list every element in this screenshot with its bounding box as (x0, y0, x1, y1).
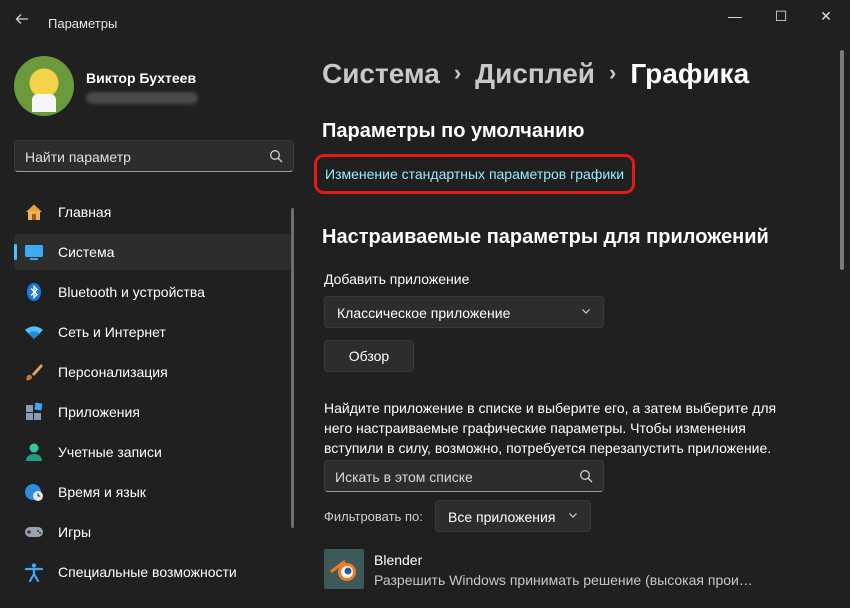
filter-dropdown[interactable]: Все приложения (435, 500, 591, 532)
sidebar-item-label: Bluetooth и устройства (58, 284, 205, 300)
maximize-button[interactable]: ☐ (758, 4, 804, 28)
sidebar-item-system[interactable]: Система (14, 234, 292, 270)
sidebar-item-label: Специальные возможности (58, 564, 237, 580)
breadcrumb-item-display[interactable]: Дисплей (475, 58, 595, 90)
section-title-defaults: Параметры по умолчанию (322, 120, 585, 142)
filter-value: Все приложения (448, 509, 556, 525)
minimize-button[interactable]: — (712, 4, 758, 28)
search-icon[interactable] (269, 149, 283, 163)
main-scrollbar[interactable] (840, 50, 844, 270)
app-icon-container (324, 549, 364, 589)
close-button[interactable]: ✕ (803, 4, 849, 28)
user-email-blurred (86, 92, 198, 104)
sidebar-item-label: Игры (58, 524, 92, 540)
minimize-icon: — (728, 8, 742, 24)
add-app-label: Добавить приложение (324, 271, 470, 287)
accessibility-icon (24, 563, 44, 582)
sidebar-item-label: Сеть и Интернет (58, 324, 166, 340)
breadcrumb-item-system[interactable]: Система (322, 58, 440, 90)
brush-icon (26, 364, 43, 381)
breadcrumb-separator: › (609, 60, 617, 85)
sidebar-item-accounts[interactable]: Учетные записи (14, 434, 292, 470)
system-icon (25, 245, 43, 260)
maximize-icon: ☐ (774, 8, 788, 24)
sidebar-item-home[interactable]: Главная (14, 194, 292, 230)
account-icon (26, 443, 42, 461)
bluetooth-icon (27, 283, 41, 301)
sidebar-nav: Главная Система Bluetooth и устройства С… (14, 194, 292, 594)
window-title: Параметры (48, 16, 118, 31)
app-type-value: Классическое приложение (337, 305, 511, 321)
section-title-custom: Настраиваемые параметры для приложений (322, 226, 769, 248)
sidebar-item-apps[interactable]: Приложения (14, 394, 292, 430)
user-name: Виктор Бухтеев (86, 70, 197, 86)
close-icon: ✕ (820, 8, 832, 24)
home-icon (26, 204, 42, 220)
globe-clock-icon (25, 484, 43, 501)
app-name: Blender (374, 552, 423, 568)
blender-icon (330, 560, 356, 581)
sidebar-item-label: Приложения (58, 404, 140, 420)
sidebar-scrollbar[interactable] (291, 208, 294, 528)
sidebar-item-gaming[interactable]: Игры (14, 514, 292, 550)
change-default-graphics-link[interactable]: Изменение стандартных параметров графики (325, 166, 624, 182)
app-list-search[interactable] (324, 460, 604, 492)
sidebar-item-label: Главная (58, 204, 112, 220)
sidebar-item-time-language[interactable]: Время и язык (14, 474, 292, 510)
instructions-text: Найдите приложение в списке и выберите е… (324, 400, 777, 456)
sidebar-item-label: Время и язык (58, 484, 146, 500)
wifi-icon (25, 326, 43, 339)
search-input[interactable] (25, 147, 265, 167)
settings-search[interactable] (14, 140, 294, 172)
chevron-down-icon (569, 513, 577, 518)
title-bar: Параметры — ☐ ✕ (0, 0, 850, 44)
apps-icon (26, 402, 43, 420)
page-title: Графика (630, 58, 750, 89)
sidebar-item-personalization[interactable]: Персонализация (14, 354, 292, 390)
sidebar-item-accessibility[interactable]: Специальные возможности (14, 554, 292, 590)
sidebar-item-network[interactable]: Сеть и Интернет (14, 314, 292, 350)
avatar[interactable] (14, 56, 74, 116)
arrow-left-icon (15, 14, 28, 24)
gamepad-icon (25, 527, 43, 537)
sidebar-item-bluetooth[interactable]: Bluetooth и устройства (14, 274, 292, 310)
app-type-dropdown[interactable]: Классическое приложение (324, 296, 604, 328)
breadcrumb: Система › Дисплей › Графика (322, 58, 749, 90)
chevron-down-icon (582, 309, 590, 314)
filter-label: Фильтровать по: (324, 509, 423, 524)
app-graphics-setting: Разрешить Windows принимать решение (выс… (374, 572, 753, 588)
sidebar-item-label: Персонализация (58, 364, 168, 380)
sidebar-item-label: Система (58, 244, 115, 260)
breadcrumb-separator: › (453, 60, 462, 85)
sidebar-item-label: Учетные записи (58, 444, 162, 460)
back-button[interactable] (10, 10, 34, 34)
browse-button[interactable]: Обзор (324, 340, 414, 372)
app-list-search-input[interactable] (335, 467, 575, 487)
search-icon[interactable] (579, 469, 593, 483)
